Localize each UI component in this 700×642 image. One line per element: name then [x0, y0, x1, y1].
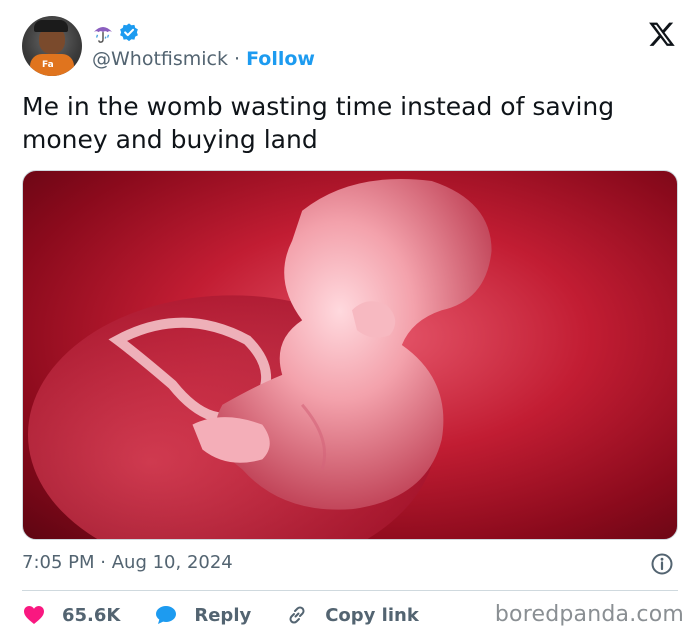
separator-dot: ·	[234, 48, 241, 70]
speech-bubble-icon	[156, 606, 177, 624]
info-icon[interactable]	[650, 552, 674, 576]
avatar-shirt-text: Fa	[42, 60, 54, 70]
watermark: boredpanda.com	[494, 602, 684, 627]
tweet-date: Aug 10, 2024	[111, 552, 233, 573]
reply-label: Reply	[194, 604, 252, 626]
verified-badge-icon[interactable]	[118, 22, 140, 44]
divider	[22, 590, 678, 591]
tweet-time: 7:05 PM	[22, 552, 95, 573]
fetus-illustration	[28, 178, 492, 539]
link-icon	[289, 606, 305, 624]
avatar[interactable]: Fa	[22, 16, 82, 76]
umbrella-emoji-icon	[93, 27, 113, 43]
avatar-hat	[34, 20, 68, 32]
tweet-actions: 65.6K Reply Copy link	[22, 600, 453, 630]
tweet-text: Me in the womb wasting time instead of s…	[22, 92, 615, 154]
copy-link-button[interactable]: Copy link	[285, 603, 419, 627]
tweet-timestamp[interactable]: 7:05 PM · Aug 10, 2024	[22, 552, 233, 573]
copy-link-label: Copy link	[325, 604, 419, 626]
tweet-image[interactable]	[22, 170, 678, 540]
reply-button[interactable]: Reply	[154, 603, 251, 627]
like-count: 65.6K	[62, 604, 121, 626]
handle-row: @Whotfismick · Follow	[92, 48, 315, 70]
user-handle[interactable]: @Whotfismick	[92, 48, 228, 70]
like-button[interactable]: 65.6K	[22, 603, 120, 627]
timestamp-separator: ·	[100, 552, 106, 573]
heart-icon	[24, 606, 44, 624]
follow-button[interactable]: Follow	[246, 48, 315, 70]
tweet-header: Fa @Whotfismick · Follow	[22, 16, 682, 78]
x-logo-icon[interactable]	[648, 20, 676, 48]
display-name-row[interactable]	[92, 20, 140, 46]
